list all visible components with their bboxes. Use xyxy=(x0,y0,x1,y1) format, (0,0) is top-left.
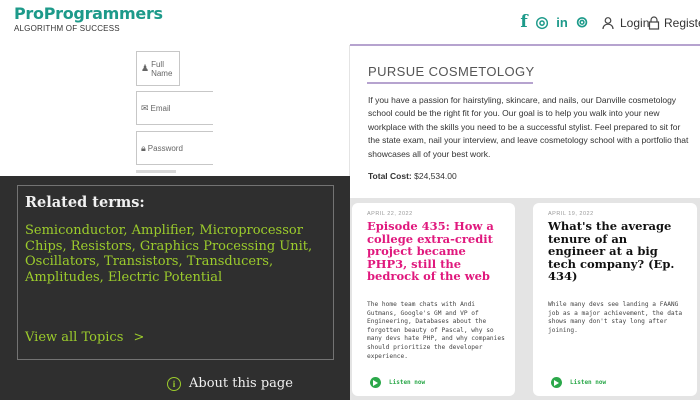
episode-title[interactable]: Episode 435: How a college extra-credit … xyxy=(367,220,507,283)
site-header: ProProgrammers ALGORITHM OF SUCCESS f ◎ … xyxy=(0,0,700,45)
episode-date: APRIL 19, 2022 xyxy=(548,211,594,217)
listen-now-label: Listen now xyxy=(570,379,607,386)
related-terms-heading: Related terms: xyxy=(25,194,145,211)
info-icon: i xyxy=(167,376,181,391)
site-logo[interactable]: ProProgrammers ALGORITHM OF SUCCESS xyxy=(14,4,163,33)
full-name-placeholder: Full Name xyxy=(151,59,173,78)
cosmetology-description: If you have a passion for hairstyling, s… xyxy=(368,95,689,159)
password-field[interactable]: 🔒︎ Password xyxy=(136,131,213,165)
related-terms-panel: Related terms: Semiconductor, Amplifier,… xyxy=(0,176,350,366)
cosmetology-section: PURSUE COSMETOLOGY If you have a passion… xyxy=(350,46,700,198)
email-field[interactable]: ✉ Email xyxy=(136,91,213,125)
form-scroll-hint xyxy=(136,170,176,173)
episode-title[interactable]: What's the average tenure of an engineer… xyxy=(548,220,686,283)
podcast-card[interactable]: APRIL 22, 2022 Episode 435: How a colleg… xyxy=(352,203,515,396)
logo-subtitle: ALGORITHM OF SUCCESS xyxy=(14,24,120,33)
login-label: Login xyxy=(620,16,650,30)
social-links: f ◎ in ⊚ xyxy=(515,12,591,32)
chevron-right-icon: > xyxy=(133,330,145,345)
signup-form: ♟ Full Name ✉ Email 🔒︎ Password xyxy=(0,45,350,176)
play-icon xyxy=(370,377,381,388)
password-placeholder: Password xyxy=(147,143,183,153)
view-all-topics-link[interactable]: View all Topics > xyxy=(25,330,144,345)
person-icon: ♟ xyxy=(141,63,150,73)
podcast-card[interactable]: APRIL 19, 2022 What's the average tenure… xyxy=(533,203,697,396)
cost-value: $24,534.00 xyxy=(414,171,457,181)
instagram-icon[interactable]: ◎ xyxy=(533,13,551,31)
linkedin-icon[interactable]: in xyxy=(551,15,573,30)
title-underline xyxy=(367,82,533,84)
register-label: Register xyxy=(664,16,700,30)
about-label: About this page xyxy=(189,376,293,391)
register-link[interactable]: Register xyxy=(648,16,700,30)
about-this-page-link[interactable]: i About this page xyxy=(167,376,293,391)
episode-description: While many devs see landing a FAANG job … xyxy=(548,301,683,334)
cosmetology-title: PURSUE COSMETOLOGY xyxy=(368,64,535,79)
episode-description: The home team chats with Andi Gutmans, G… xyxy=(367,301,505,360)
logo-title: ProProgrammers xyxy=(14,4,163,23)
lock-icon: 🔒︎ xyxy=(141,142,146,153)
listen-now-button[interactable]: Listen now xyxy=(370,377,425,388)
full-name-field[interactable]: ♟ Full Name xyxy=(136,51,180,86)
envelope-icon: ✉ xyxy=(141,102,149,113)
episode-date: APRIL 22, 2022 xyxy=(367,211,413,217)
play-icon xyxy=(551,377,562,388)
email-placeholder: Email xyxy=(150,103,171,113)
lock-icon xyxy=(648,16,660,30)
user-icon xyxy=(602,17,614,30)
badge-icon[interactable]: ⊚ xyxy=(573,13,591,31)
view-all-label: View all Topics xyxy=(25,330,124,345)
about-bar: i About this page xyxy=(0,366,350,400)
related-terms-list[interactable]: Semiconductor, Amplifier, Microprocessor… xyxy=(25,223,325,286)
total-cost: Total Cost: $24,534.00 xyxy=(368,171,457,181)
facebook-icon[interactable]: f xyxy=(515,12,533,32)
cost-label: Total Cost: xyxy=(368,171,412,181)
listen-now-button[interactable]: Listen now xyxy=(551,377,606,388)
login-link[interactable]: Login xyxy=(602,16,649,30)
listen-now-label: Listen now xyxy=(389,379,426,386)
